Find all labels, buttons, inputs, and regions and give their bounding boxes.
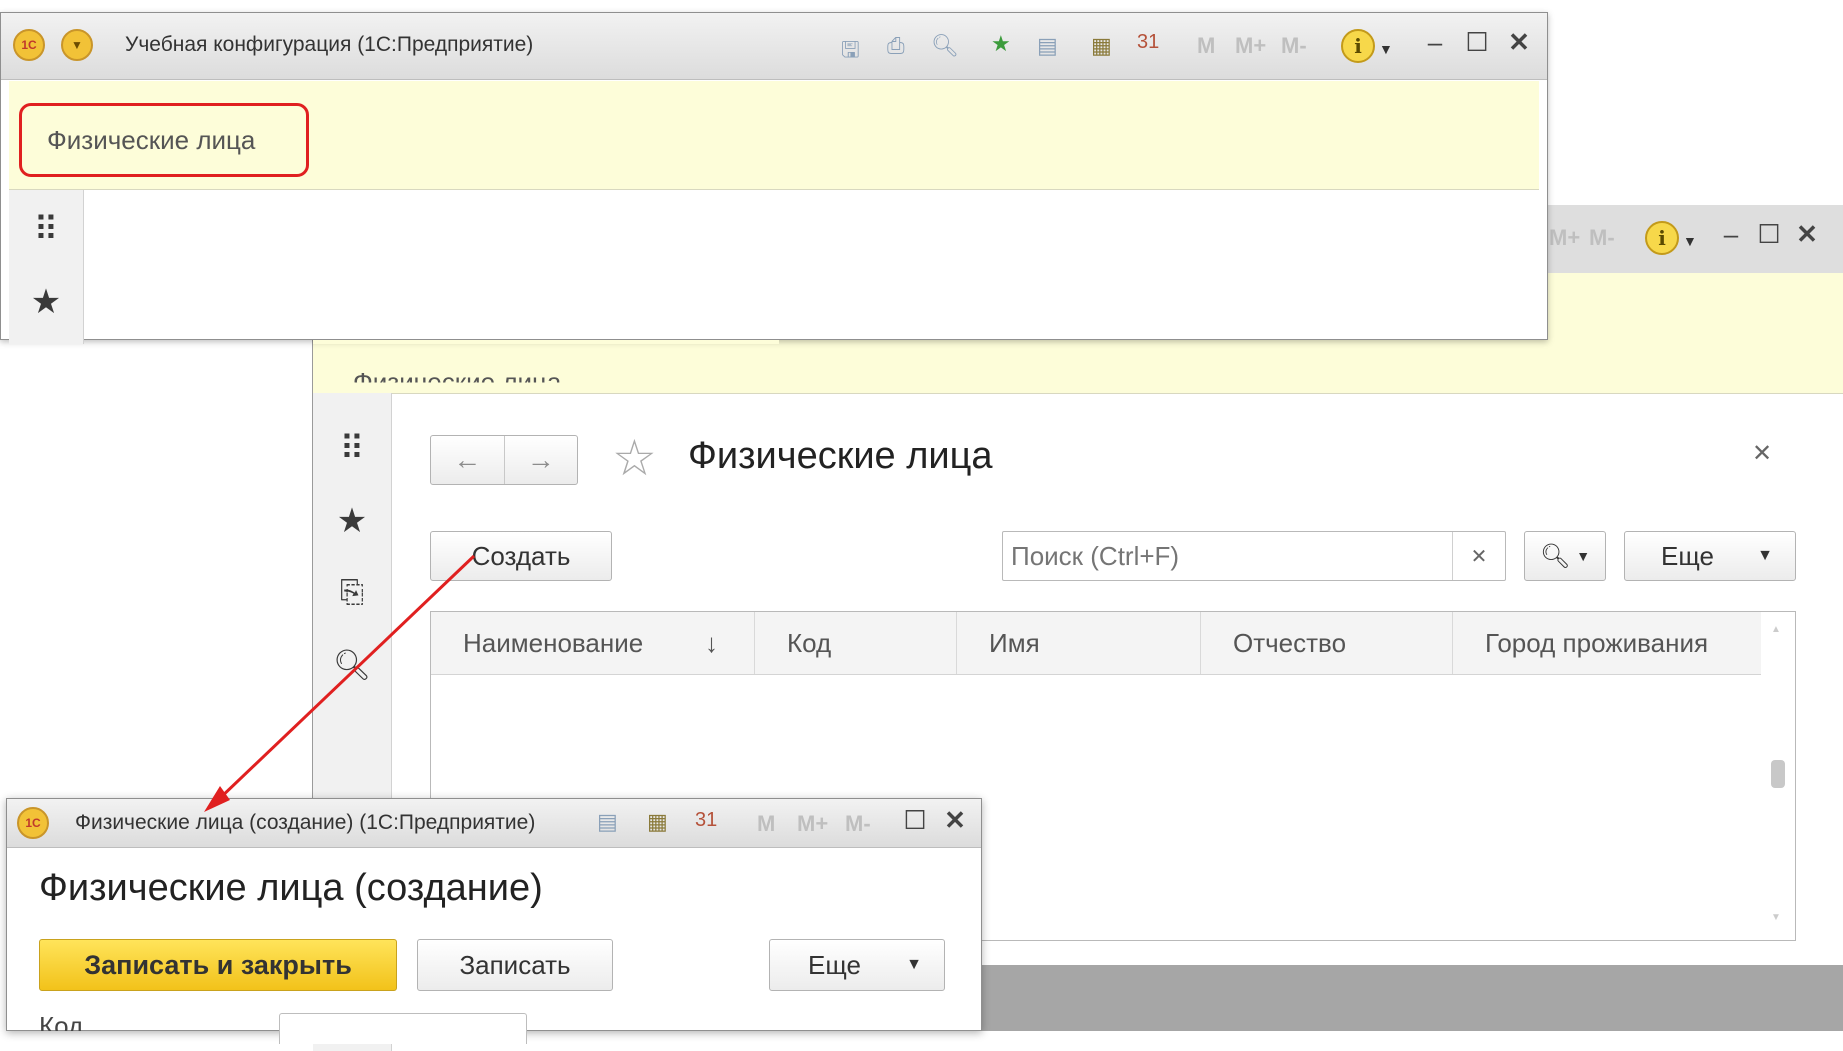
arrow-head	[204, 786, 230, 812]
arrow-line	[216, 554, 476, 802]
red-arrow-annotation	[204, 554, 476, 812]
